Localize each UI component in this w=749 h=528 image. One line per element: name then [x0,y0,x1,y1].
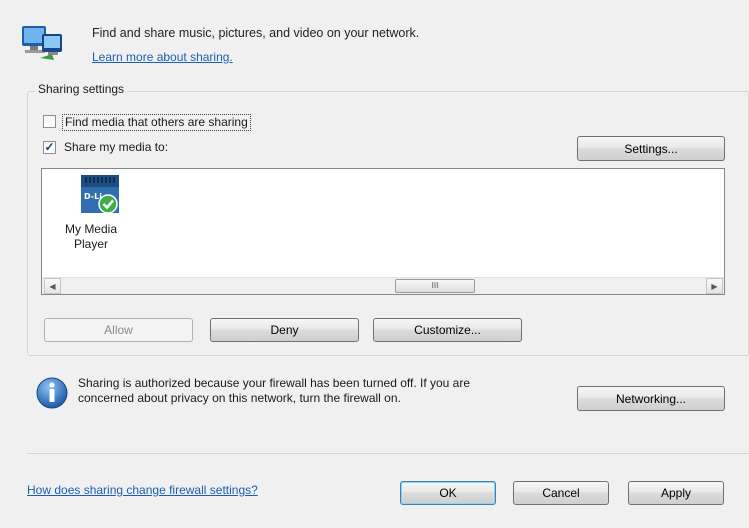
scroll-thumb[interactable]: III [395,279,475,293]
scroll-left-icon[interactable]: ◀ [44,278,61,294]
ok-button[interactable]: OK [400,481,496,505]
network-sharing-icon [20,22,68,66]
information-icon [35,376,69,410]
media-device-list[interactable] [41,168,725,295]
allow-button[interactable]: Allow [44,318,193,342]
d-link-media-device-icon[interactable]: D-Li [79,175,121,217]
firewall-info-line1: Sharing is authorized because your firew… [78,376,471,390]
scroll-right-icon[interactable]: ▶ [706,278,723,294]
sharing-settings-legend: Sharing settings [35,82,128,96]
device-label-line1: My Media [64,222,117,236]
deny-button[interactable]: Deny [210,318,359,342]
find-media-checkbox[interactable] [43,115,56,128]
firewall-settings-link[interactable]: How does sharing change firewall setting… [27,483,258,497]
share-media-label[interactable]: Share my media to: [64,140,168,155]
apply-button[interactable]: Apply [628,481,724,505]
horizontal-scrollbar[interactable] [42,277,724,294]
device-label[interactable]: My Media Player [55,222,127,252]
header-description: Find and share music, pictures, and vide… [92,26,420,40]
cancel-button[interactable]: Cancel [513,481,609,505]
device-label-line2: Player [73,237,108,251]
learn-more-link[interactable]: Learn more about sharing. [92,50,233,64]
find-media-label[interactable]: Find media that others are sharing [62,114,251,131]
firewall-info-line2: concerned about privacy on this network,… [78,391,401,405]
settings-button[interactable]: Settings... [577,136,725,161]
footer-separator [27,453,749,454]
customize-button[interactable]: Customize... [373,318,522,342]
share-media-checkbox[interactable] [43,141,56,154]
firewall-info-text: Sharing is authorized because your firew… [78,376,558,406]
networking-button[interactable]: Networking... [577,386,725,411]
